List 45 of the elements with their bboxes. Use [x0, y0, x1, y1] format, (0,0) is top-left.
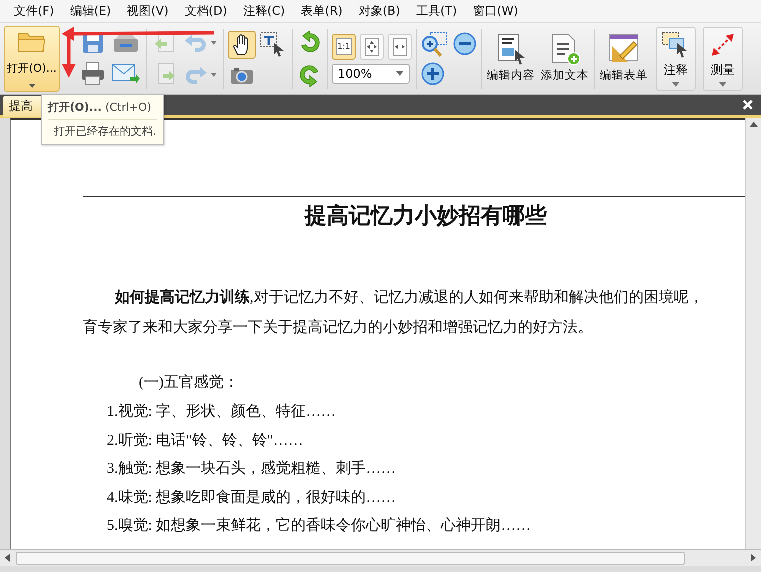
- list-item: 2.听觉: 电话"铃、铃、铃"……: [107, 432, 304, 450]
- zoom-out-icon[interactable]: [453, 32, 477, 56]
- actual-size-button[interactable]: 1:1: [332, 34, 356, 60]
- scroll-right-icon[interactable]: [751, 554, 756, 562]
- close-icon[interactable]: [743, 100, 753, 110]
- list-item: 3.触觉: 想象一块石头，感觉粗糙、刺手……: [107, 460, 398, 479]
- menu-item[interactable]: 文档(D): [176, 2, 236, 20]
- menu-item[interactable]: 编辑(E): [62, 2, 120, 20]
- document-title: 提高记忆力小妙招有哪些: [305, 202, 548, 231]
- menu-item[interactable]: 注释(C): [235, 2, 294, 20]
- horizontal-scrollbar[interactable]: [0, 549, 761, 566]
- paragraph-line: 育专家了来和大家分享一下关于提高记忆力的小妙招和增强记忆力的好方法。: [83, 318, 594, 338]
- toolbar-button[interactable]: 编辑内容: [486, 34, 536, 83]
- zoom-dropdown[interactable]: 100%: [332, 64, 410, 84]
- caret-icon[interactable]: [719, 82, 727, 86]
- caret-icon: [28, 84, 36, 88]
- open-button[interactable]: 打开(O)...: [4, 26, 60, 92]
- scroll-left-icon[interactable]: [5, 554, 10, 562]
- zoom-in-icon[interactable]: [421, 62, 445, 86]
- list-item: 4.味觉: 想象吃即食面是咸的，很好味的……: [107, 488, 398, 508]
- section-heading: (一)五官感觉：: [139, 373, 240, 393]
- menu-item[interactable]: 表单(R): [293, 2, 351, 20]
- caret-icon[interactable]: [396, 71, 404, 76]
- toolbar-button[interactable]: 编辑表单: [599, 34, 649, 83]
- menu-item[interactable]: 工具(T): [408, 2, 466, 20]
- scroll-up-icon[interactable]: [750, 122, 758, 127]
- toolbar-button[interactable]: 添加文本: [540, 34, 590, 83]
- dropdown-button[interactable]: 注释: [656, 26, 696, 90]
- menu-item[interactable]: 视图(V): [119, 2, 177, 20]
- tooltip-title: 打开(O)... (Ctrl+O): [48, 100, 156, 120]
- menu-item[interactable]: 对象(B): [350, 2, 408, 20]
- caret-icon[interactable]: [672, 82, 680, 86]
- dropdown-button[interactable]: 测量: [703, 26, 743, 90]
- paragraph-line: 如何提高记忆力训练,对于记忆力不好、记忆力减退的人如何来帮助和解决他们的困境呢，: [114, 288, 705, 308]
- list-item: 1.视觉: 字、形状、颜色、特征……: [107, 402, 338, 422]
- fit-page-button[interactable]: [360, 34, 384, 60]
- caret-icon[interactable]: [211, 72, 217, 76]
- menu-item[interactable]: 文件(F): [6, 2, 62, 20]
- caret-icon[interactable]: [211, 40, 217, 44]
- vertical-scrollbar[interactable]: [745, 118, 761, 549]
- tooltip-description: 打开已经存在的文档.: [53, 124, 156, 139]
- list-item: 5.嗅觉: 如想象一束鲜花，它的香味令你心旷神怡、心神开朗……: [107, 516, 532, 536]
- undo-icon[interactable]: [183, 32, 209, 52]
- menu-item[interactable]: 窗口(W): [465, 2, 526, 20]
- zoom-area-icon[interactable]: [421, 32, 449, 58]
